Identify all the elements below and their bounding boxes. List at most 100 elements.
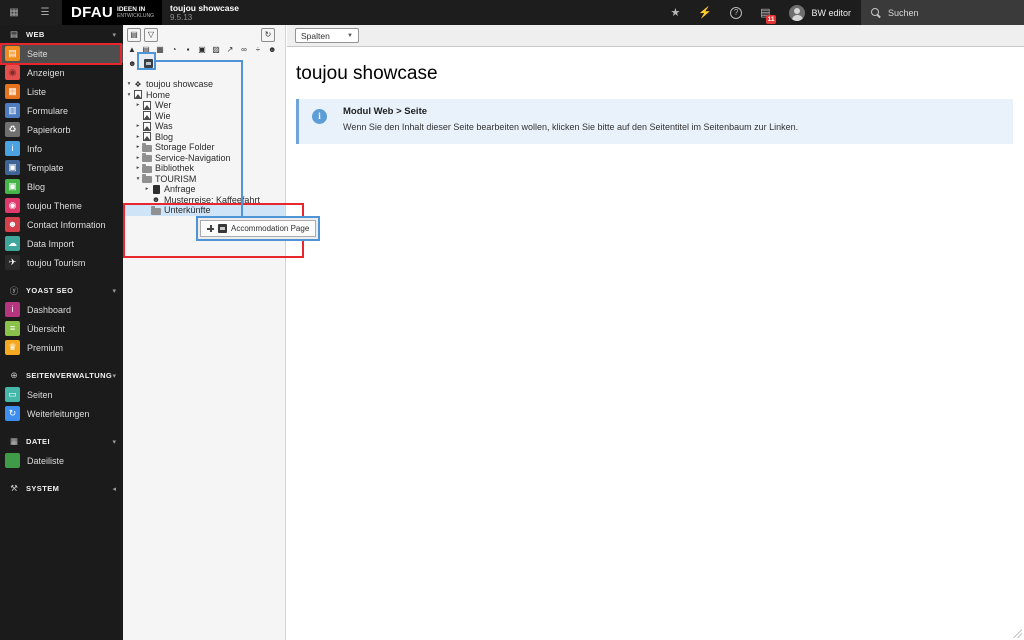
sidebar-section-yoast-seo[interactable]: ⓨ YOAST SEO ▾ xyxy=(0,281,123,300)
sidebar-item-seite[interactable]: ▤ Seite xyxy=(0,44,123,63)
new-page-button[interactable]: ▤ xyxy=(127,28,141,42)
page-icon xyxy=(143,100,151,110)
tree-collapse-icon[interactable]: ▾ xyxy=(134,176,142,182)
sidebar-item-label: Seiten xyxy=(27,389,53,400)
divider-icon[interactable]: ÷ xyxy=(254,45,262,54)
content-area: toujou showcase i Modul Web > Seite Wenn… xyxy=(287,48,1024,640)
monitor-icon: ▭ xyxy=(5,387,20,402)
search-button[interactable]: Suchen xyxy=(861,0,1024,25)
chevron-left-icon: ◂ xyxy=(112,485,116,493)
tree-node-toujou-showcase[interactable]: ▾ ❖ toujou showcase xyxy=(123,79,285,90)
help-icon[interactable]: ? xyxy=(730,6,743,19)
blank-page-icon[interactable]: ▤ xyxy=(142,45,150,54)
list-icon: ▦ xyxy=(5,84,20,99)
tree-node-home[interactable]: ▾ Home xyxy=(123,90,285,101)
user-avatar[interactable] xyxy=(789,4,806,21)
system-information-icon[interactable]: ▤ 11 xyxy=(760,6,777,24)
sidebar-item-info[interactable]: i Info xyxy=(0,139,123,158)
tree-node-unterkünfte[interactable]: Unterkünfte xyxy=(123,205,285,216)
list-toggle-icon[interactable]: ☰ xyxy=(38,6,52,20)
tree-node-label: Wie xyxy=(155,110,171,121)
folder-icon[interactable]: ▨ xyxy=(212,45,220,54)
shortcut-icon[interactable]: ▪ xyxy=(184,45,192,54)
drag-tooltip-label: Accommodation Page xyxy=(231,224,310,233)
tree-node-storage-folder[interactable]: ▸ Storage Folder xyxy=(123,142,285,153)
sidebar-item-anzeigen[interactable]: ◉ Anzeigen xyxy=(0,63,123,82)
sidebar-item-contact-information[interactable]: ☻ Contact Information xyxy=(0,215,123,234)
link-icon[interactable]: ∞ xyxy=(240,45,248,54)
sidebar-section-seitenverwaltung[interactable]: ⊕ SEITENVERWALTUNG ▾ xyxy=(0,366,123,385)
sidebar-item-papierkorb[interactable]: ♻ Papierkorb xyxy=(0,120,123,139)
sidebar-item-liste[interactable]: ▦ Liste xyxy=(0,82,123,101)
tree-node-service-navigation[interactable]: ▸ Service-Navigation xyxy=(123,153,285,164)
sidebar-item-data-import[interactable]: ☁ Data Import xyxy=(0,234,123,253)
tree-expand-icon[interactable]: ▸ xyxy=(143,186,151,192)
trash-icon: ♻ xyxy=(5,122,20,137)
external-link-icon[interactable]: ↗ xyxy=(226,45,234,54)
callout-title: Modul Web > Seite xyxy=(343,106,428,117)
clock-icon[interactable]: ◔ xyxy=(170,45,178,54)
tree-node-anfrage[interactable]: ▸ Anfrage xyxy=(123,184,285,195)
sidebar-item-weiterleitungen[interactable]: ↻ Weiterleitungen xyxy=(0,404,123,423)
tree-node-wer[interactable]: ▸ Wer xyxy=(123,100,285,111)
info-icon: i xyxy=(5,302,20,317)
tree-expand-icon[interactable]: ▸ xyxy=(134,144,142,150)
user-menu[interactable]: BW editor xyxy=(811,8,851,18)
sidebar-item-toujou-theme[interactable]: ◉ toujou Theme xyxy=(0,196,123,215)
tree-expand-icon[interactable]: ▸ xyxy=(134,102,142,108)
refresh-tree-button[interactable]: ↻ xyxy=(261,28,275,42)
filter-button[interactable]: ▽ xyxy=(144,28,158,42)
tree-expand-icon[interactable]: ▸ xyxy=(134,134,142,140)
new-page-drag-area: ▲ ▤ ▦ ◔ ▪ ▣ ▨ ↗ ∞ ÷ ☻ xyxy=(128,45,276,54)
sidebar-section-web[interactable]: ▤ WEB ▾ xyxy=(0,25,123,44)
sidebar-section-datei[interactable]: ▦ DATEI ▾ xyxy=(0,432,123,451)
page-tree: ▾ ❖ toujou showcase ▾ Home ▸ Wer Wie ▸ Was ▸ Blog ▸ S… xyxy=(123,79,285,216)
tree-collapse-icon[interactable]: ▾ xyxy=(125,92,133,98)
sidebar-item-seiten[interactable]: ▭ Seiten xyxy=(0,385,123,404)
mountpoint-icon[interactable]: ▣ xyxy=(198,45,206,54)
tree-node-blog[interactable]: ▸ Blog xyxy=(123,132,285,143)
callout-text: Wenn Sie den Inhalt dieser Seite bearbei… xyxy=(343,122,799,132)
user-icon[interactable]: ☻ xyxy=(128,59,136,68)
grid-icon[interactable]: ▦ xyxy=(156,45,164,54)
sidebar-item-dashboard[interactable]: i Dashboard xyxy=(0,300,123,319)
tree-collapse-icon[interactable]: ▾ xyxy=(125,81,133,87)
view-mode-select[interactable]: Spalten ▼ xyxy=(295,28,359,43)
module-sidebar: ▤ WEB ▾ ▤ Seite ◉ Anzeigen ▦ Liste ▥ Formulare ♻ Pap… xyxy=(0,25,123,640)
sidebar-item-toujou-tourism[interactable]: ✈ toujou Tourism xyxy=(0,253,123,272)
page-icon: ▤ xyxy=(5,46,20,61)
plane-icon: ✈ xyxy=(5,255,20,270)
sidebar-item-premium[interactable]: ♛ Premium xyxy=(0,338,123,357)
eye-icon: ◉ xyxy=(5,65,20,80)
info-circle-icon: i xyxy=(312,109,327,124)
sidebar-item-formulare[interactable]: ▥ Formulare xyxy=(0,101,123,120)
sidebar-section-system[interactable]: ⚒ SYSTEM ◂ xyxy=(0,479,123,498)
folder-icon xyxy=(151,205,161,215)
tree-expand-icon[interactable]: ▸ xyxy=(134,165,142,171)
cloud-upload-icon: ☁ xyxy=(5,236,20,251)
usergroup-icon[interactable]: ☻ xyxy=(268,45,276,54)
tree-node-was[interactable]: ▸ Was xyxy=(123,121,285,132)
doc-header: Spalten ▼ xyxy=(287,25,1024,47)
accommodation-page-icon[interactable] xyxy=(144,59,154,68)
clear-cache-bolt-icon[interactable]: ⚡ xyxy=(698,6,712,19)
sidebar-item-blog[interactable]: ▣ Blog xyxy=(0,177,123,196)
tree-node-wie[interactable]: Wie xyxy=(123,111,285,122)
tree-node-bibliothek[interactable]: ▸ Bibliothek xyxy=(123,163,285,174)
sidebar-item-label: Contact Information xyxy=(27,219,106,230)
module-menu-toggle-icon[interactable]: ▦ xyxy=(7,6,21,20)
tree-node-label: Storage Folder xyxy=(155,142,215,153)
sidebar-item-dateiliste[interactable]: Dateiliste xyxy=(0,451,123,470)
sidebar-item-übersicht[interactable]: ≡ Übersicht xyxy=(0,319,123,338)
image-icon: ▦ xyxy=(9,436,19,446)
tree-expand-icon[interactable]: ▸ xyxy=(134,123,142,129)
tree-node-musterreise-kaffeefahrt[interactable]: ☻ Musterreise: Kaffeefahrt xyxy=(123,195,285,206)
view-mode-label: Spalten xyxy=(301,30,330,41)
tree-expand-icon[interactable]: ▸ xyxy=(134,155,142,161)
tree-node-tourism[interactable]: ▾ TOURISM xyxy=(123,174,285,185)
redirect-icon: ↻ xyxy=(5,406,20,421)
sidebar-item-template[interactable]: ▣ Template xyxy=(0,158,123,177)
bookmark-star-icon[interactable]: ★ xyxy=(671,6,681,19)
sidebar-section-label: SEITENVERWALTUNG xyxy=(26,371,113,380)
mountain-page-icon[interactable]: ▲ xyxy=(128,45,136,54)
